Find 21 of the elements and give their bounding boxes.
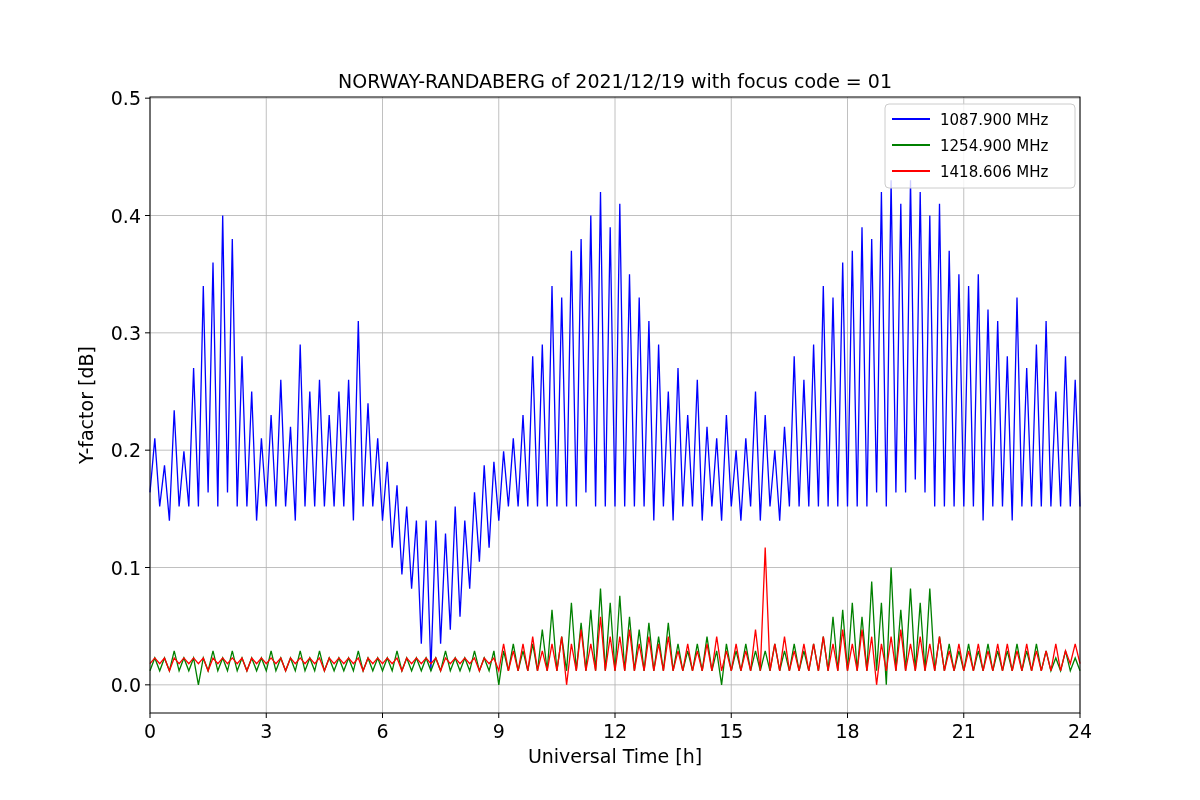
y-tick-label: 0.4	[110, 204, 141, 227]
y-tick-label: 0.5	[110, 87, 141, 110]
x-tick-label: 18	[835, 720, 860, 742]
x-axis-label: Universal Time [h]	[527, 745, 703, 767]
x-tick-label: 0	[143, 720, 157, 742]
chart-title: NORWAY-RANDABERG of 2021/12/19 with focus code = 01	[338, 70, 892, 92]
legend-label: 1087.900 MHz	[940, 111, 1049, 129]
x-tick-label: 9	[492, 720, 505, 742]
legend-label: 1418.606 MHz	[940, 163, 1049, 181]
y-axis-label: Y-factor [dB]	[75, 346, 97, 464]
y-tick-label: 0.0	[110, 673, 141, 696]
x-tick-label: 6	[376, 720, 389, 742]
x-tick-label: 21	[951, 720, 976, 742]
y-tick-label: 0.2	[110, 439, 141, 462]
y-tick-label: 0.3	[110, 321, 141, 344]
legend-label: 1254.900 MHz	[940, 137, 1049, 155]
x-tick-label: 3	[260, 720, 273, 742]
x-tick-label: 15	[719, 720, 744, 742]
x-tick-label: 24	[1067, 720, 1093, 742]
x-tick-label: 12	[602, 720, 628, 742]
y-tick-label: 0.1	[110, 556, 141, 579]
